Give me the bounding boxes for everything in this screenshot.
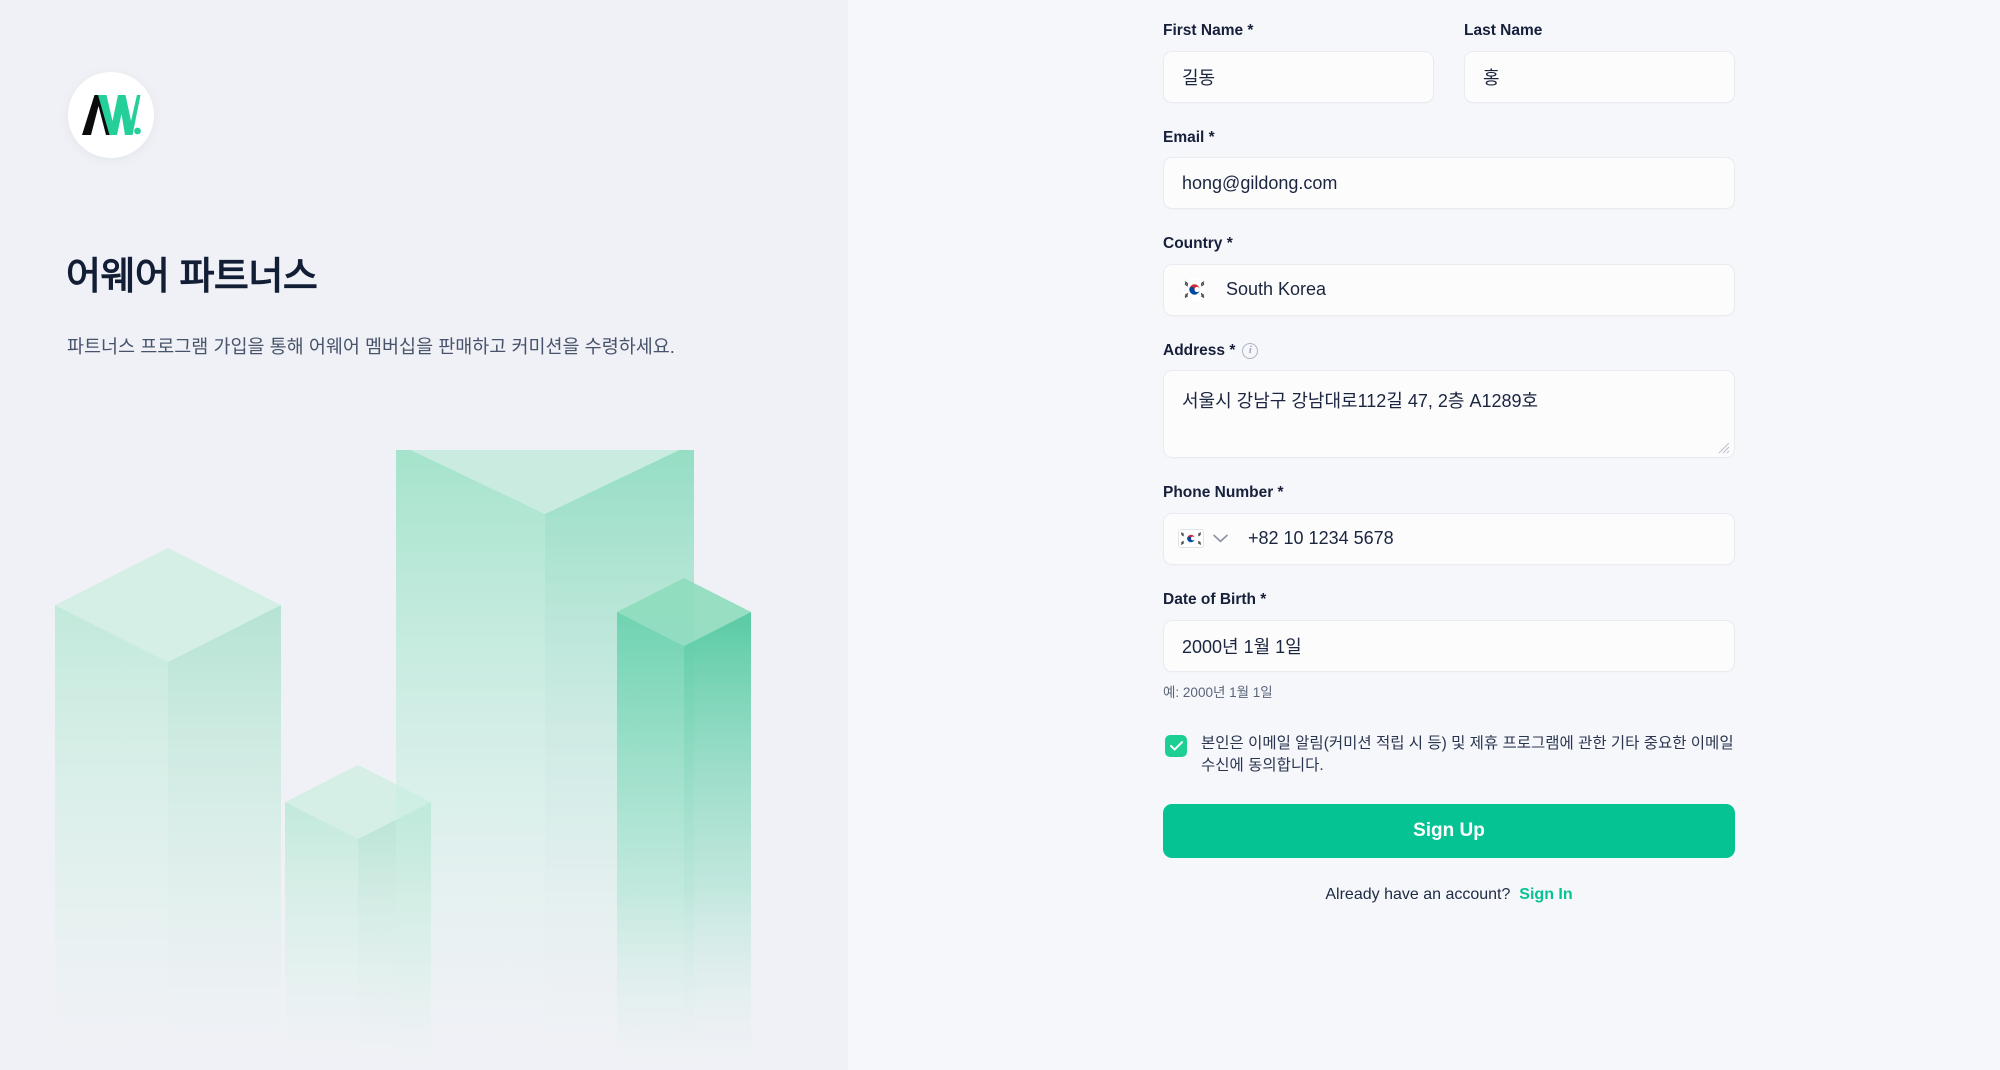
checkmark-icon — [1169, 740, 1183, 751]
consent-text: 본인은 이메일 알림(커미션 적립 시 등) 및 제휴 프로그램에 관한 기타 … — [1201, 734, 1734, 775]
country-label: Country * — [1163, 235, 1233, 253]
branding-panel: 어웨어 파트너스 파트너스 프로그램 가입을 통해 어웨어 멤버십을 판매하고 … — [0, 0, 848, 1070]
signup-form-panel: First Name * 길동 Last Name 홍 Email * hong… — [848, 0, 2000, 1070]
sign-in-link[interactable]: Sign In — [1519, 886, 1572, 903]
address-field-group: Address * i 서울시 강남구 강남대로112길 47, 2층 A128… — [1163, 342, 1735, 459]
signup-page: 어웨어 파트너스 파트너스 프로그램 가입을 통해 어웨어 멤버십을 판매하고 … — [0, 0, 2000, 1070]
last-name-label: Last Name — [1464, 22, 1543, 39]
dob-helper-text: 예: 2000년 1월 1일 — [1163, 684, 1273, 700]
first-name-label: First Name * — [1163, 22, 1254, 39]
signin-prompt-row: Already have an account? Sign In — [1163, 886, 1735, 904]
south-korea-flag-icon — [1182, 277, 1207, 303]
address-textarea[interactable]: 서울시 강남구 강남대로112길 47, 2층 A1289호 — [1163, 370, 1735, 459]
address-value: 서울시 강남구 강남대로112길 47, 2층 A1289호 — [1182, 391, 1539, 412]
info-circle-icon[interactable]: i — [1242, 343, 1259, 360]
sign-up-button[interactable]: Sign Up — [1163, 803, 1735, 858]
country-value: South Korea — [1226, 279, 1327, 300]
phone-field-group: Phone Number * +82 10 1234 5678 — [1163, 484, 1735, 565]
email-input[interactable]: hong@gildong.com — [1163, 157, 1735, 210]
consent-checkbox[interactable] — [1165, 734, 1187, 757]
aware-aw-logo-icon — [81, 94, 141, 136]
last-name-field-group: Last Name 홍 — [1464, 22, 1735, 103]
phone-label: Phone Number * — [1163, 484, 1284, 502]
phone-input-wrapper[interactable]: +82 10 1234 5678 — [1163, 512, 1735, 565]
chevron-down-icon[interactable] — [1213, 534, 1228, 543]
name-row: First Name * 길동 Last Name 홍 — [1163, 22, 1735, 103]
isometric-bar-chart-illustration — [55, 450, 751, 1070]
address-label: Address * i — [1163, 342, 1735, 361]
phone-number-input[interactable]: +82 10 1234 5678 — [1248, 528, 1394, 549]
consent-row[interactable]: 본인은 이메일 알림(커미션 적립 시 등) 및 제휴 프로그램에 관한 기타 … — [1163, 733, 1735, 778]
first-name-input[interactable]: 길동 — [1163, 50, 1434, 103]
email-label: Email * — [1163, 128, 1215, 146]
resize-handle-icon[interactable] — [1718, 442, 1730, 454]
first-name-field-group: First Name * 길동 — [1163, 22, 1434, 103]
aware-logo-badge — [68, 72, 154, 158]
south-korea-flag-icon[interactable] — [1178, 529, 1204, 549]
dob-label: Date of Birth * — [1163, 590, 1267, 608]
dob-field-group: Date of Birth * 2000년 1월 1일 예: 2000년 1월 … — [1163, 591, 1735, 701]
page-title: 어웨어 파트너스 — [66, 256, 318, 298]
country-select[interactable]: South Korea — [1163, 263, 1735, 316]
page-subtitle: 파트너스 프로그램 가입을 통해 어웨어 멤버십을 판매하고 커미션을 수령하세… — [67, 336, 675, 357]
address-label-text: Address * — [1163, 341, 1236, 359]
dob-input[interactable]: 2000년 1월 1일 — [1163, 619, 1735, 672]
signin-prompt-text: Already have an account? — [1325, 885, 1511, 903]
email-field-group: Email * hong@gildong.com — [1163, 129, 1735, 210]
signup-form: First Name * 길동 Last Name 홍 Email * hong… — [1163, 0, 1735, 904]
country-field-group: Country * South Korea — [1163, 235, 1735, 316]
last-name-input[interactable]: 홍 — [1464, 50, 1735, 103]
